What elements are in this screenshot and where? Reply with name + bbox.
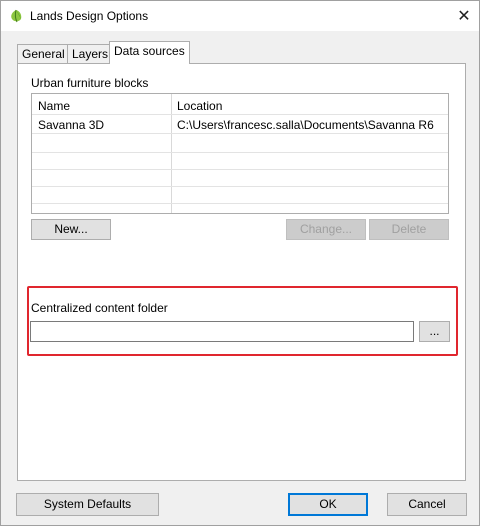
table-row[interactable] bbox=[32, 135, 448, 153]
column-header-location[interactable]: Location bbox=[177, 97, 445, 115]
column-header-name[interactable]: Name bbox=[38, 97, 168, 115]
new-button[interactable]: New... bbox=[31, 219, 111, 240]
tab-label: Layers bbox=[72, 47, 109, 61]
table-row[interactable] bbox=[32, 152, 448, 170]
row-location-cell[interactable] bbox=[177, 186, 445, 204]
centralized-folder-label: Centralized content folder bbox=[31, 301, 168, 315]
row-location-cell[interactable] bbox=[177, 135, 445, 153]
row-name-cell[interactable] bbox=[38, 186, 168, 204]
row-name-cell[interactable] bbox=[38, 135, 168, 153]
ok-button[interactable]: OK bbox=[288, 493, 368, 516]
delete-button[interactable]: Delete bbox=[369, 219, 449, 240]
urban-furniture-label: Urban furniture blocks bbox=[31, 76, 149, 90]
grid-header-row: Name Location bbox=[32, 97, 448, 115]
change-button[interactable]: Change... bbox=[286, 219, 366, 240]
row-location-cell[interactable] bbox=[177, 152, 445, 170]
table-row[interactable]: Savanna 3D C:\Users\francesc.salla\Docum… bbox=[32, 116, 448, 134]
system-defaults-button[interactable]: System Defaults bbox=[16, 493, 159, 516]
data-sources-panel: Urban furniture blocks Name Location Sav… bbox=[17, 63, 466, 481]
row-location-cell[interactable] bbox=[177, 169, 445, 187]
tab-general[interactable]: General bbox=[17, 44, 70, 63]
options-dialog: Lands Design Options ✕ General Layers Da… bbox=[0, 0, 480, 526]
tab-label: General bbox=[22, 47, 65, 61]
row-name-cell[interactable] bbox=[38, 169, 168, 187]
tab-layers[interactable]: Layers bbox=[67, 44, 114, 63]
tab-label: Data sources bbox=[114, 44, 185, 58]
lands-design-leaf-icon bbox=[11, 9, 22, 23]
row-name-cell[interactable] bbox=[38, 152, 168, 170]
close-icon: ✕ bbox=[457, 8, 471, 25]
cancel-button[interactable]: Cancel bbox=[387, 493, 467, 516]
urban-furniture-grid[interactable]: Name Location Savanna 3D C:\Users\france… bbox=[31, 93, 449, 214]
table-row[interactable] bbox=[32, 186, 448, 204]
row-name-cell[interactable]: Savanna 3D bbox=[38, 116, 168, 134]
table-row[interactable] bbox=[32, 169, 448, 187]
title-bar: Lands Design Options ✕ bbox=[1, 1, 479, 31]
browse-button[interactable]: ... bbox=[419, 321, 450, 342]
window-title: Lands Design Options bbox=[30, 9, 149, 23]
tab-data-sources[interactable]: Data sources bbox=[109, 41, 190, 64]
close-button[interactable]: ✕ bbox=[449, 1, 479, 31]
row-location-cell[interactable]: C:\Users\francesc.salla\Documents\Savann… bbox=[177, 116, 445, 134]
centralized-folder-input[interactable] bbox=[30, 321, 414, 342]
